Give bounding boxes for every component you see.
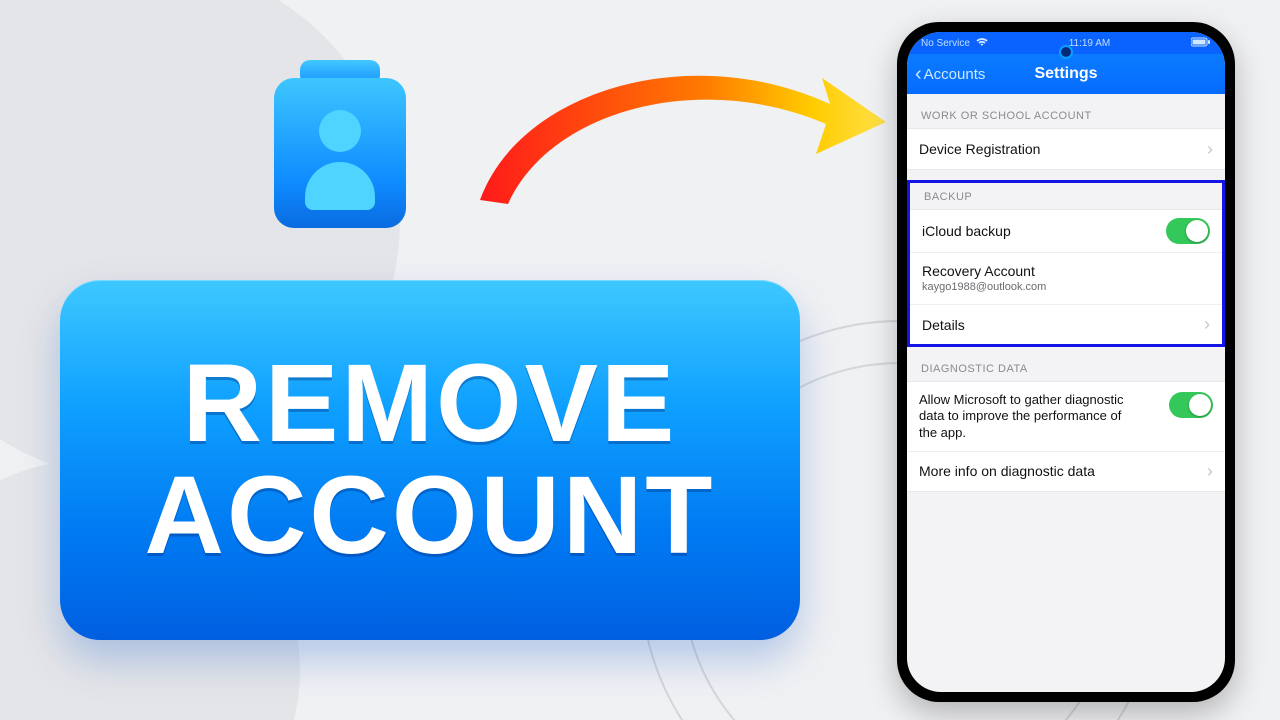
authenticator-lock-icon: [260, 60, 420, 260]
row-label: Allow Microsoft to gather diagnostic dat…: [919, 392, 1139, 441]
curved-arrow-icon: [460, 50, 890, 210]
toggle-diagnostic[interactable]: [1169, 392, 1213, 418]
row-label: More info on diagnostic data: [919, 463, 1095, 479]
group-work: Device Registration ›: [907, 128, 1225, 170]
nav-bar: ‹ Accounts Settings: [907, 54, 1225, 94]
phone-screen: No Service 11:19 AM ‹ Accounts Settings …: [907, 32, 1225, 692]
row-allow-diagnostic[interactable]: Allow Microsoft to gather diagnostic dat…: [907, 382, 1225, 451]
clock-text: 11:19 AM: [1069, 38, 1111, 49]
row-label: Device Registration: [919, 141, 1040, 157]
chevron-right-icon: ›: [1204, 314, 1210, 335]
row-device-registration[interactable]: Device Registration ›: [907, 129, 1225, 169]
toggle-icloud-backup[interactable]: [1166, 218, 1210, 244]
recovery-email: kaygo1988@outlook.com: [922, 281, 1046, 293]
chevron-left-icon: ‹: [915, 64, 922, 84]
chevron-right-icon: ›: [1207, 461, 1213, 482]
row-label: Details: [922, 317, 965, 333]
nav-title: Settings: [1034, 65, 1097, 83]
group-backup-highlighted: BACKUP iCloud backup Recovery Account ka…: [907, 180, 1225, 347]
section-header-diagnostic: DIAGNOSTIC DATA: [907, 347, 1225, 381]
wifi-icon: [976, 37, 988, 50]
title-text: REMOVE ACCOUNT: [145, 348, 716, 572]
chevron-right-icon: ›: [1207, 139, 1213, 160]
row-label: iCloud backup: [922, 223, 1011, 239]
phone-frame: No Service 11:19 AM ‹ Accounts Settings …: [897, 22, 1235, 702]
row-icloud-backup[interactable]: iCloud backup: [910, 209, 1222, 252]
battery-icon: [1191, 37, 1211, 50]
carrier-text: No Service: [921, 38, 970, 49]
row-label: Recovery Account: [922, 263, 1046, 279]
row-recovery-account[interactable]: Recovery Account kaygo1988@outlook.com: [910, 252, 1222, 304]
row-more-info[interactable]: More info on diagnostic data ›: [907, 451, 1225, 491]
section-header-work: WORK OR SCHOOL ACCOUNT: [907, 94, 1225, 128]
group-diagnostic: Allow Microsoft to gather diagnostic dat…: [907, 381, 1225, 492]
front-camera-icon: [1059, 45, 1073, 59]
section-header-backup: BACKUP: [910, 183, 1222, 209]
title-card: REMOVE ACCOUNT: [60, 280, 800, 640]
back-label: Accounts: [924, 66, 986, 83]
back-button[interactable]: ‹ Accounts: [907, 64, 985, 84]
row-details[interactable]: Details ›: [910, 304, 1222, 344]
